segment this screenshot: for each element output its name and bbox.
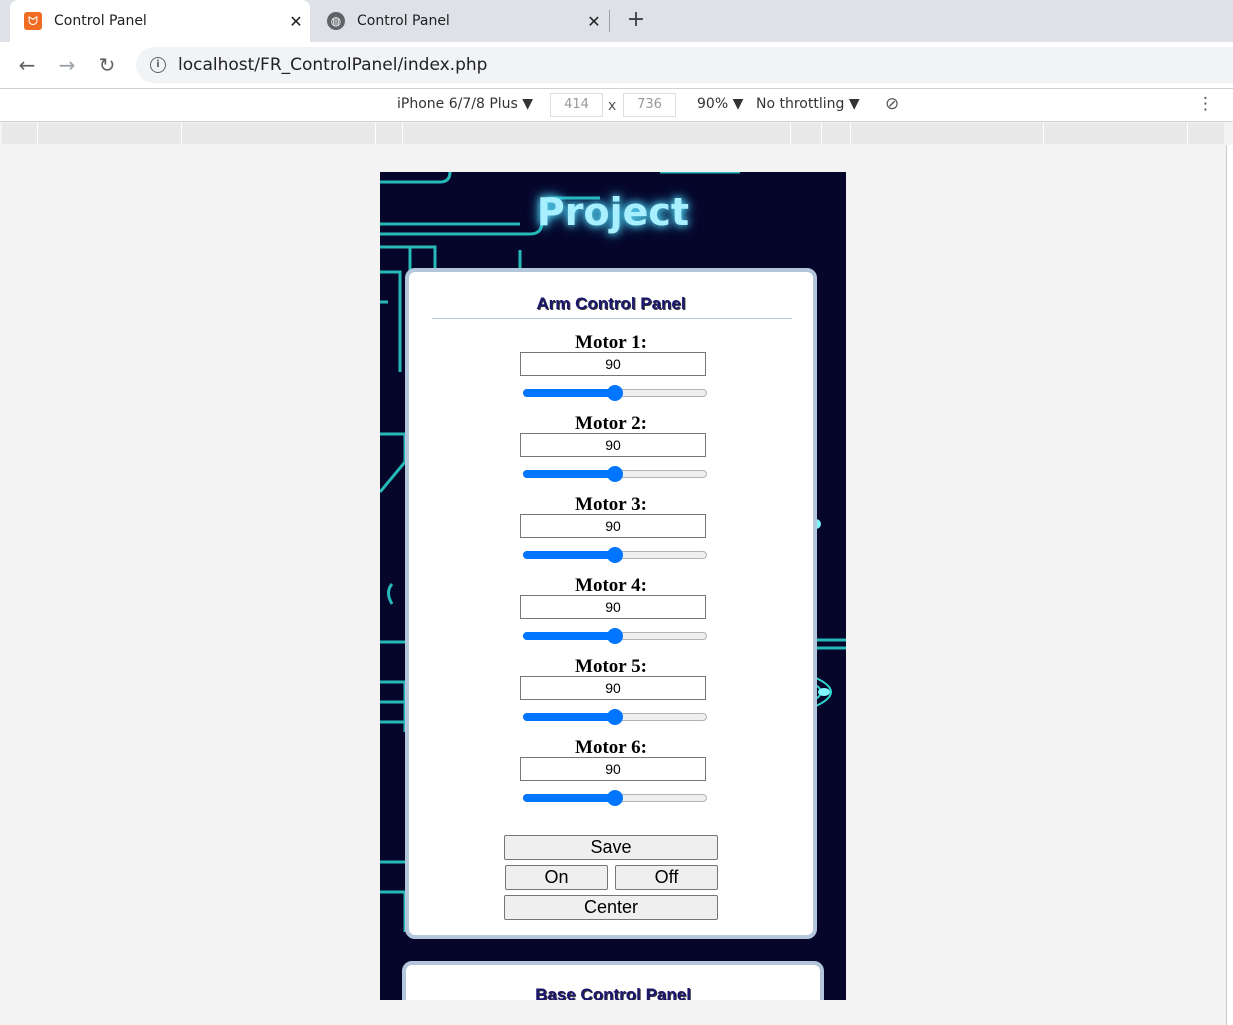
motor-label: Motor 5: xyxy=(575,656,647,677)
motor-control-5: Motor 5: 90 xyxy=(409,656,813,737)
motor-6-slider[interactable] xyxy=(523,789,707,807)
tab-title: Control Panel xyxy=(54,13,147,29)
save-button[interactable]: Save xyxy=(504,835,718,860)
forward-icon[interactable]: → xyxy=(52,50,82,80)
tab-title: Control Panel xyxy=(357,13,450,29)
motor-control-2: Motor 2: 90 xyxy=(409,413,813,494)
new-tab-button[interactable]: + xyxy=(622,6,650,34)
close-tab-icon[interactable]: ✕ xyxy=(282,12,310,31)
tab-divider xyxy=(609,10,610,32)
hero-title: Project xyxy=(536,190,690,234)
device-select[interactable]: iPhone 6/7/8 Plus ▼ xyxy=(397,96,533,112)
media-query-bar[interactable] xyxy=(2,123,1224,144)
slider-thumb[interactable] xyxy=(607,385,623,401)
slider-thumb[interactable] xyxy=(607,628,623,644)
divider xyxy=(432,318,792,319)
address-bar[interactable]: i localhost/FR_ControlPanel/index.php xyxy=(136,47,1233,83)
motor-2-slider[interactable] xyxy=(523,465,707,483)
motor-3-input[interactable]: 90 xyxy=(520,514,706,538)
motor-label: Motor 6: xyxy=(575,737,647,758)
tab-control-panel-active[interactable]: ᗢ Control Panel ✕ xyxy=(10,0,310,42)
motor-3-slider[interactable] xyxy=(523,546,707,564)
motor-label: Motor 2: xyxy=(575,413,647,434)
center-button[interactable]: Center xyxy=(504,895,718,920)
off-button[interactable]: Off xyxy=(615,865,718,890)
motor-label: Motor 4: xyxy=(575,575,647,596)
motor-control-1: Motor 1: 90 xyxy=(409,332,813,413)
zoom-select[interactable]: 90% ▼ xyxy=(697,96,743,112)
motor-label: Motor 3: xyxy=(575,494,647,515)
motor-4-slider[interactable] xyxy=(523,627,707,645)
close-tab-icon[interactable]: ✕ xyxy=(580,12,608,31)
motor-2-input[interactable]: 90 xyxy=(520,433,706,457)
motor-6-input[interactable]: 90 xyxy=(520,757,706,781)
device-toolbar: iPhone 6/7/8 Plus ▼ 414 x 736 90% ▼ No t… xyxy=(0,88,1233,122)
xampp-icon: ᗢ xyxy=(24,12,42,30)
base-control-panel: Base Control Panel xyxy=(402,961,824,1000)
arm-control-panel: Arm Control Panel Motor 1: 90 Motor 2: 9… xyxy=(405,268,817,939)
dimension-separator: x xyxy=(608,98,617,114)
globe-icon: ◍ xyxy=(327,12,345,30)
panel-title: Arm Control Panel xyxy=(536,294,686,313)
url-text: localhost/FR_ControlPanel/index.php xyxy=(178,55,488,75)
motor-control-4: Motor 4: 90 xyxy=(409,575,813,656)
back-icon[interactable]: ← xyxy=(12,50,42,80)
motor-label: Motor 1: xyxy=(575,332,647,353)
on-button[interactable]: On xyxy=(505,865,608,890)
motor-1-input[interactable]: 90 xyxy=(520,352,706,376)
slider-thumb[interactable] xyxy=(607,466,623,482)
rotate-icon[interactable]: ⊘ xyxy=(885,94,899,114)
devtools-side-panel xyxy=(1226,145,1233,1025)
throttling-select[interactable]: No throttling ▼ xyxy=(756,96,860,112)
slider-thumb[interactable] xyxy=(607,547,623,563)
browser-toolbar: ← → ↻ i localhost/FR_ControlPanel/index.… xyxy=(0,42,1233,88)
device-viewport: Project Arm Control Panel Motor 1: 90 Mo… xyxy=(380,172,846,1000)
tab-strip: ᗢ Control Panel ✕ ◍ Control Panel ✕ + xyxy=(0,0,1233,42)
viewport-height-input[interactable]: 736 xyxy=(623,93,676,117)
reload-icon[interactable]: ↻ xyxy=(92,50,122,80)
panel-title: Base Control Panel xyxy=(535,985,691,1000)
info-icon[interactable]: i xyxy=(150,57,166,73)
slider-thumb[interactable] xyxy=(607,790,623,806)
slider-thumb[interactable] xyxy=(607,709,623,725)
motor-control-6: Motor 6: 90 xyxy=(409,737,813,818)
motor-5-input[interactable]: 90 xyxy=(520,676,706,700)
viewport-width-input[interactable]: 414 xyxy=(550,93,603,117)
tab-control-panel[interactable]: ◍ Control Panel ✕ xyxy=(313,0,608,42)
motor-4-input[interactable]: 90 xyxy=(520,595,706,619)
motor-1-slider[interactable] xyxy=(523,384,707,402)
motor-5-slider[interactable] xyxy=(523,708,707,726)
motor-control-3: Motor 3: 90 xyxy=(409,494,813,575)
more-options-icon[interactable]: ⋮ xyxy=(1197,94,1214,114)
